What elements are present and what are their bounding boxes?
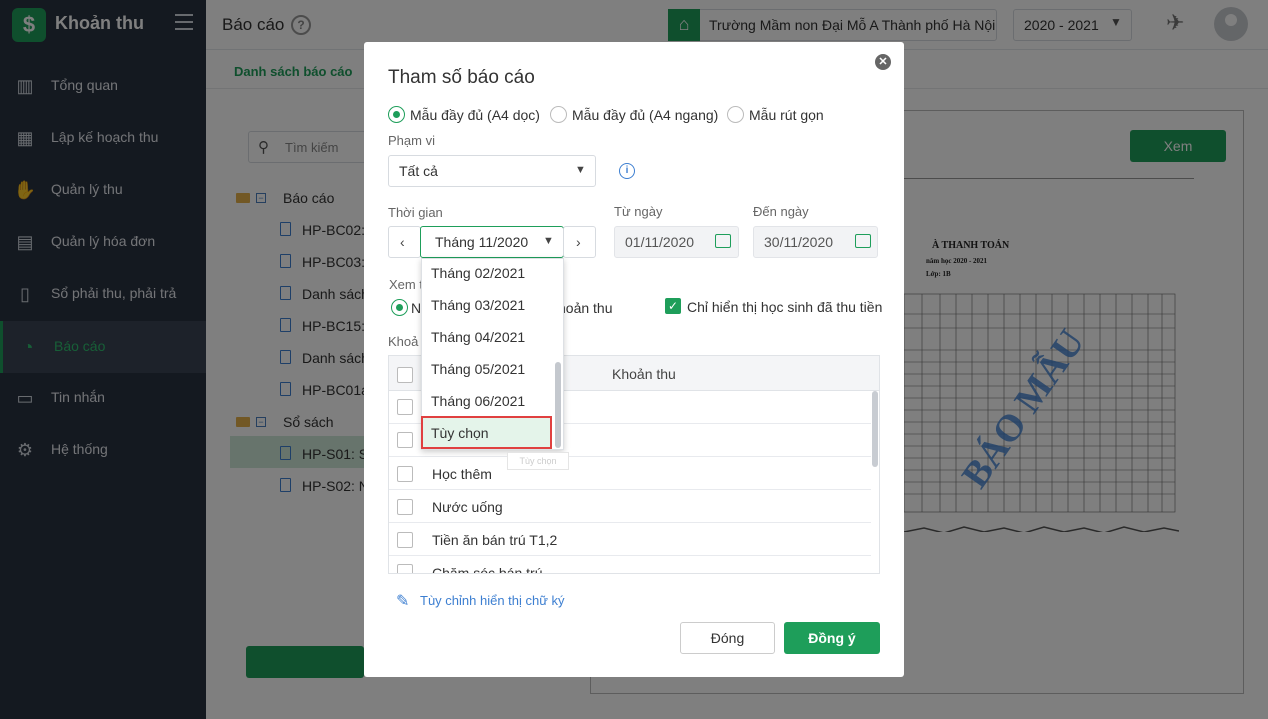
view-by-label: Xem t	[389, 277, 423, 292]
template-radio-short[interactable]	[727, 106, 744, 123]
template-radio-a4-portrait[interactable]	[388, 106, 405, 123]
pencil-icon[interactable]: ✎	[396, 591, 409, 611]
fee-name: Chăm sóc bán trú	[432, 565, 543, 573]
template-label: Mẫu đầy đủ (A4 ngang)	[572, 107, 719, 123]
dropdown-option[interactable]: Tháng 05/2021	[431, 361, 525, 377]
fees-label: Khoả	[388, 334, 419, 349]
scope-label: Phạm vi	[388, 133, 435, 148]
dropdown-option[interactable]: Tháng 02/2021	[431, 265, 525, 281]
table-scrollbar[interactable]	[872, 391, 878, 467]
customize-signature-link[interactable]: Tùy chỉnh hiển thị chữ ký	[420, 593, 565, 608]
drag-ghost-tooltip: Tùy chọn	[507, 452, 569, 470]
row-checkbox[interactable]	[397, 432, 413, 448]
template-label: Mẫu rút gọn	[749, 107, 824, 123]
template-label: Mẫu đầy đủ (A4 dọc)	[410, 107, 540, 123]
to-date-value: 30/11/2020	[764, 234, 834, 250]
scope-value: Tất cả	[399, 163, 438, 179]
chevron-right-icon: ›	[576, 234, 581, 250]
modal-title: Tham số báo cáo	[388, 67, 535, 88]
from-date-label: Từ ngày	[614, 204, 663, 219]
view-by-option: N	[411, 300, 422, 316]
view-by-radio[interactable]	[391, 299, 408, 316]
close-icon[interactable]: ✕	[875, 54, 891, 70]
row-checkbox[interactable]	[397, 532, 413, 548]
chevron-down-icon: ▼	[575, 164, 586, 176]
dropdown-option[interactable]: Tháng 03/2021	[431, 297, 525, 313]
view-by-option-2: hoản thu	[558, 300, 613, 316]
calendar-icon[interactable]	[855, 234, 871, 248]
calendar-icon[interactable]	[715, 234, 731, 248]
fee-name: Nước uống	[432, 499, 503, 515]
row-checkbox[interactable]	[397, 466, 413, 482]
to-date-label: Đến ngày	[753, 204, 809, 219]
chevron-left-icon: ‹	[400, 234, 405, 250]
table-row: Chăm sóc bán trú	[389, 556, 871, 573]
dropdown-option-custom[interactable]: Tùy chọn	[431, 425, 489, 441]
chevron-down-icon: ▼	[543, 235, 554, 247]
template-radio-a4-landscape[interactable]	[550, 106, 567, 123]
only-paid-label: Chỉ hiển thị học sinh đã thu tiền	[687, 299, 883, 315]
ok-button[interactable]: Đồng ý	[784, 622, 880, 654]
from-date-value: 01/11/2020	[625, 234, 695, 250]
dropdown-option[interactable]: Tháng 04/2021	[431, 329, 525, 345]
row-checkbox[interactable]	[397, 499, 413, 515]
dropdown-option[interactable]: Tháng 06/2021	[431, 393, 525, 409]
close-button[interactable]: Đóng	[680, 622, 775, 654]
row-checkbox[interactable]	[397, 564, 413, 573]
only-paid-checkbox[interactable]: ✓	[665, 298, 681, 314]
dropdown-scrollbar[interactable]	[555, 362, 561, 448]
column-header: Khoản thu	[612, 366, 676, 382]
row-checkbox[interactable]	[397, 399, 413, 415]
select-all-checkbox[interactable]	[397, 367, 413, 383]
time-value: Tháng 11/2020	[435, 234, 529, 250]
fee-name: Học thêm	[432, 466, 492, 482]
time-label: Thời gian	[388, 205, 443, 220]
info-icon[interactable]: i	[619, 163, 635, 179]
fee-name: Tiền ăn bán trú T1,2	[432, 532, 558, 548]
